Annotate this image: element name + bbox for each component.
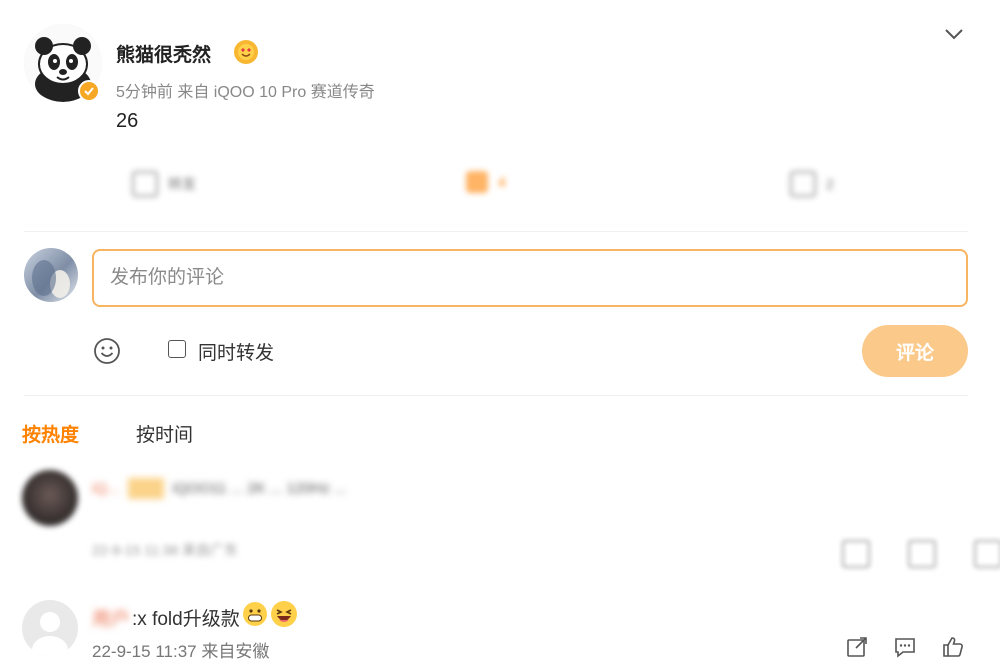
comment-reply-icon[interactable] [908, 540, 936, 568]
verified-icon [78, 80, 100, 102]
comment-actions [845, 635, 965, 659]
like-icon [790, 171, 816, 197]
tab-sort-by-time[interactable]: 按时间 [136, 420, 193, 447]
like-count: 2 [826, 176, 834, 192]
default-avatar-icon [32, 612, 68, 656]
comment-action[interactable]: 4 [466, 171, 506, 193]
commenter-badge [127, 478, 165, 499]
thumbs-up-icon[interactable] [941, 635, 965, 659]
commenter-name[interactable]: 用户 [92, 604, 130, 631]
laugh-emoji-icon [270, 600, 298, 634]
commenter-name[interactable]: iQ... [92, 480, 120, 497]
repost-label: 转发 [168, 176, 196, 192]
comment-like-icon[interactable] [974, 540, 1000, 568]
repost-checkbox[interactable] [168, 340, 186, 358]
repost-icon [132, 171, 158, 197]
comment-actions [842, 540, 1000, 568]
comment-icon [466, 171, 488, 193]
post-text: 26 [116, 110, 139, 132]
emoji-picker-icon[interactable] [92, 336, 122, 366]
reply-icon[interactable] [893, 635, 917, 659]
repost-checkbox-label[interactable]: 同时转发 [198, 338, 274, 365]
post-meta: 5分钟前 来自 iQOO 10 Pro 赛道传奇 [116, 84, 375, 101]
comment-text: iQ... iQOO11 ... 2K ... 120Hz ... [92, 472, 972, 506]
comment-count: 4 [498, 174, 506, 190]
author-name[interactable]: 熊猫很秃然 [116, 40, 211, 67]
comment-input[interactable] [92, 249, 968, 307]
divider [24, 395, 968, 396]
comment-body: :x fold升级款 [132, 608, 240, 630]
grin-emoji-icon [242, 601, 268, 633]
post-action-bar: 转发 4 2 [0, 165, 1000, 209]
tab-sort-by-hot[interactable]: 按热度 [22, 420, 79, 447]
chevron-down-icon[interactable] [942, 22, 966, 46]
submit-comment-button[interactable]: 评论 [862, 325, 968, 377]
comment-body: iQOO11 ... 2K ... 120Hz ... [172, 480, 347, 497]
current-user-avatar [24, 248, 78, 302]
repost-action[interactable]: 转发 [132, 171, 196, 197]
heart-eyes-badge-icon [234, 40, 258, 64]
share-icon[interactable] [845, 635, 869, 659]
commenter-avatar[interactable] [22, 600, 78, 656]
comment-text: 用户 :x fold升级款 [92, 600, 298, 634]
comment-meta: 22-9-15 11:37 来自安徽 [92, 642, 270, 661]
divider [24, 231, 968, 232]
comment-meta: 22-9-15 11:38 来自广东 [92, 542, 239, 558]
like-action[interactable]: 2 [790, 171, 834, 197]
comment-repost-icon[interactable] [842, 540, 870, 568]
commenter-avatar[interactable] [22, 470, 78, 526]
